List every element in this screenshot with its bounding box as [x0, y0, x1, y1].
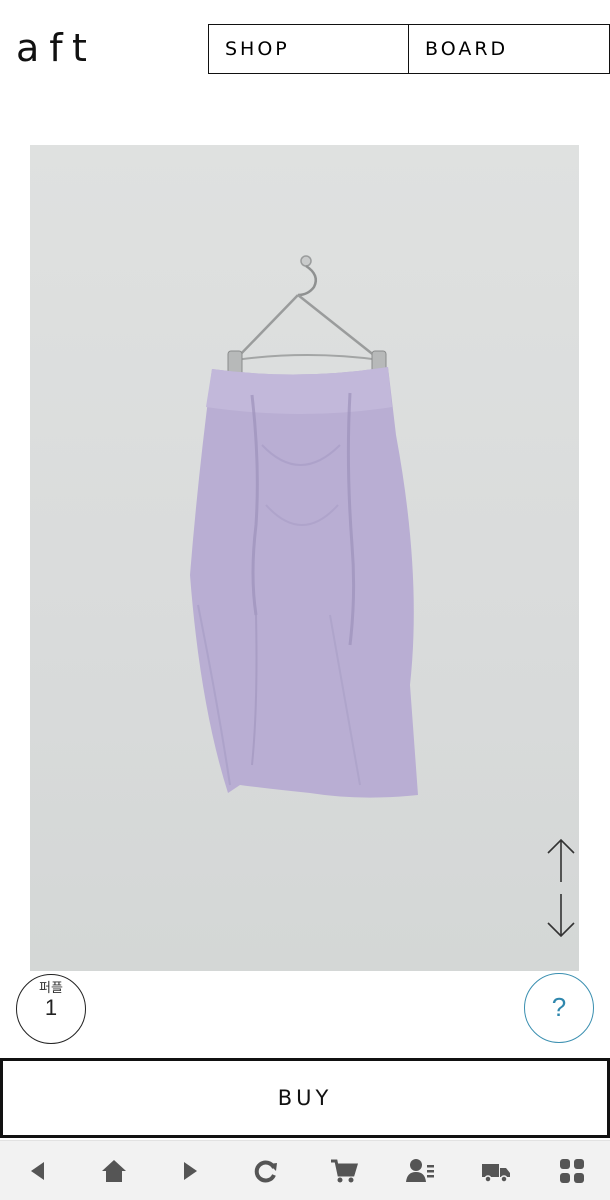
home-icon[interactable] — [98, 1155, 130, 1187]
nav-board-button[interactable]: BOARD — [409, 24, 610, 74]
account-icon[interactable] — [404, 1155, 436, 1187]
puffle-counter[interactable]: 퍼플 1 — [16, 974, 86, 1044]
site-logo[interactable]: aft — [16, 26, 97, 70]
skirt-illustration — [190, 255, 418, 798]
up-down-arrows-icon[interactable] — [540, 836, 582, 942]
nav-shop-button[interactable]: SHOP — [208, 24, 409, 74]
refresh-icon[interactable] — [250, 1155, 282, 1187]
main-nav: SHOP BOARD — [208, 24, 610, 74]
back-icon[interactable] — [22, 1155, 54, 1187]
delivery-truck-icon[interactable] — [480, 1155, 512, 1187]
menu-grid-icon[interactable] — [556, 1155, 588, 1187]
puffle-label: 퍼플 — [39, 980, 63, 995]
cart-icon[interactable] — [328, 1155, 360, 1187]
site-header: aft SHOP BOARD — [0, 0, 610, 90]
help-button[interactable]: ? — [524, 973, 594, 1043]
buy-button[interactable]: BUY — [0, 1058, 610, 1138]
browser-toolbar — [0, 1140, 610, 1200]
forward-icon[interactable] — [174, 1155, 206, 1187]
puffle-count: 1 — [44, 995, 58, 1020]
scroll-arrows — [540, 836, 582, 942]
product-image[interactable] — [30, 145, 579, 971]
